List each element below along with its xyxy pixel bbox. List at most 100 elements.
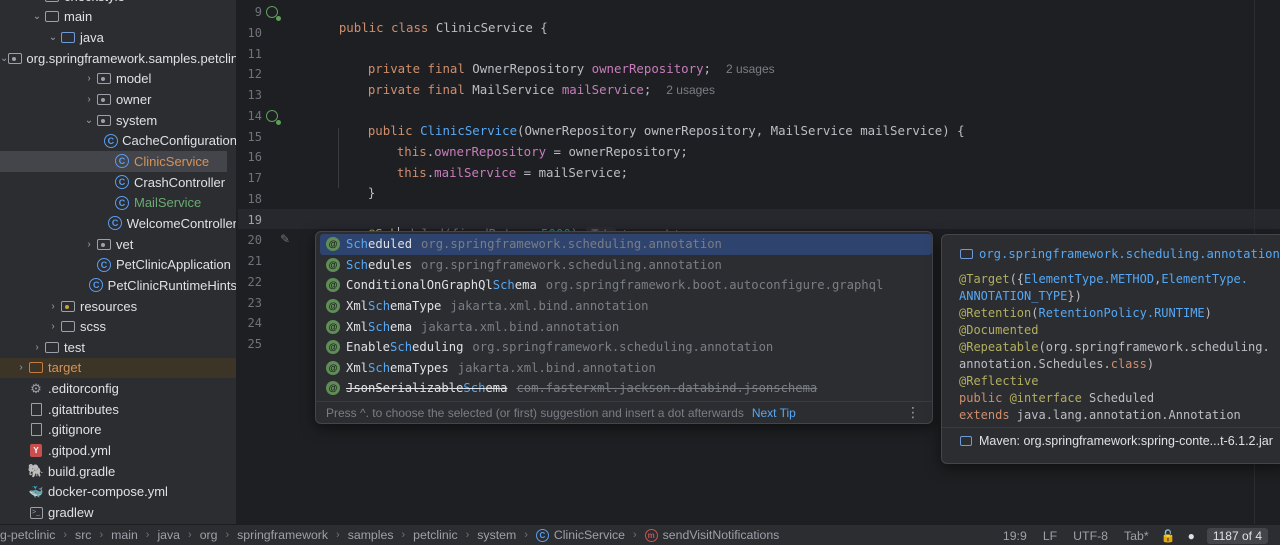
quick-documentation-popup[interactable]: org.springframework.scheduling.annotatio… (941, 234, 1280, 464)
tree-item[interactable]: › vet (0, 234, 236, 255)
doc-link[interactable]: ElementType. (1161, 272, 1248, 286)
usages-hint[interactable]: 2 usages (726, 62, 775, 76)
runnable-class-icon: C (96, 257, 112, 272)
chevron-right-icon[interactable]: › (82, 239, 96, 250)
tree-item[interactable]: ⌄ java (0, 27, 236, 48)
chevron-down-icon[interactable]: ⌄ (82, 115, 96, 126)
name-suffix: emaType (390, 299, 442, 314)
tree-item[interactable]: 🐘 build.gradle (0, 461, 236, 482)
chevron-right-icon[interactable]: › (30, 342, 44, 353)
breadcrumb-item[interactable]: petclinic (413, 528, 457, 542)
line-number: 24 (247, 316, 262, 331)
usages-hint[interactable]: 2 usages (666, 83, 715, 97)
warning-icon[interactable]: ● (1188, 529, 1195, 543)
completion-item[interactable]: @ ConditionalOnGraphQlSchema org.springfra… (320, 275, 932, 296)
code-line-12[interactable]: private final MailService mailService; 2… (309, 67, 715, 112)
doc-retention-line: @Retention(RetentionPolicy.RUNTIME) (959, 306, 1212, 320)
name-suffix: ema (390, 319, 413, 334)
tree-item[interactable]: C MailService (0, 193, 236, 214)
breadcrumb-item[interactable]: springframework (237, 528, 328, 542)
package-icon (96, 72, 112, 86)
maven-library-label[interactable]: Maven: org.springframework:spring-conte.… (979, 434, 1273, 448)
assignment: = mailService; (516, 165, 629, 180)
breadcrumb-item[interactable]: system (477, 528, 516, 542)
breadcrumb-separator: › (632, 529, 637, 541)
breadcrumb-separator: › (336, 529, 340, 541)
chevron-right-icon[interactable]: › (82, 73, 96, 84)
chevron-right-icon[interactable]: › (46, 301, 60, 312)
tree-item[interactable]: C PetClinicRuntimeHints (0, 275, 236, 296)
tree-item[interactable]: >_ gradlew (0, 502, 236, 523)
doc-link[interactable]: ElementType.METHOD (1024, 272, 1154, 286)
source-folder-icon (60, 31, 76, 45)
tree-item[interactable]: ⌄ main (0, 7, 236, 28)
breadcrumb-item[interactable]: org (200, 528, 218, 542)
code-line-9[interactable]: public class ClinicService { (309, 5, 548, 50)
chevron-right-icon[interactable]: › (82, 94, 96, 105)
memory-indicator[interactable]: 1187 of 4 (1206, 527, 1268, 544)
tree-item[interactable]: ⚙ .editorconfig (0, 378, 236, 399)
tree-item[interactable]: .gitignore (0, 420, 236, 441)
tree-item[interactable]: › scss (0, 316, 236, 337)
doc-package-name[interactable]: org.springframework.scheduling.annotatio… (979, 247, 1280, 261)
tree-item[interactable]: › target (0, 357, 236, 379)
completion-item[interactable]: @ XmlSchemaType jakarta.xml.bind.annotatio… (320, 296, 932, 317)
chevron-down-icon[interactable]: ⌄ (0, 53, 8, 64)
tree-item[interactable]: C PetClinicApplication (0, 254, 236, 275)
tree-item[interactable]: › model (0, 69, 236, 90)
lock-icon[interactable]: 🔓 (1161, 529, 1176, 543)
tree-item[interactable]: › resources (0, 296, 236, 317)
tree-item[interactable]: .gitattributes (0, 399, 236, 420)
breadcrumb-item[interactable]: g-petclinic (0, 528, 55, 542)
completion-item[interactable]: @ Schedules org.springframework.scheduling… (320, 255, 932, 276)
breadcrumb-item[interactable]: java (157, 528, 180, 542)
next-tip-link[interactable]: Next Tip (752, 406, 796, 420)
tree-item[interactable]: C CacheConfiguration (0, 131, 236, 152)
breadcrumb-item[interactable]: main (111, 528, 138, 542)
maven-library-link[interactable]: Maven: org.springframework:spring-conte.… (960, 434, 1273, 448)
completion-item[interactable]: @ EnableScheduling org.springframework.sch… (320, 337, 932, 358)
more-options-icon[interactable]: ⋮ (906, 404, 920, 421)
chevron-right-icon[interactable]: › (14, 362, 28, 373)
tree-item[interactable]: › owner (0, 89, 236, 110)
tree-item[interactable]: › test (0, 337, 236, 358)
tree-item-label: scss (80, 319, 106, 335)
closing-brace: } (367, 185, 376, 200)
spring-bean-gutter-icon[interactable] (266, 6, 281, 21)
code-line-17[interactable]: } (309, 170, 375, 215)
class-icon: C (103, 133, 119, 148)
doc-package-header[interactable]: org.springframework.scheduling.annotatio… (960, 247, 1280, 261)
tree-item[interactable]: ⌄ org.springframework.samples.petclinic (0, 48, 236, 69)
indent-settings[interactable]: Tab* (1124, 529, 1149, 543)
doc-link[interactable]: ANNOTATION_TYPE (959, 289, 1067, 303)
chevron-right-icon[interactable]: › (46, 321, 60, 332)
breadcrumb-item[interactable]: samples (348, 528, 394, 542)
doc-link[interactable]: RetentionPolicy.RUNTIME (1038, 306, 1204, 320)
chevron-down-icon[interactable]: ⌄ (30, 11, 44, 22)
completion-item[interactable]: @ Scheduled org.springframework.scheduling… (320, 234, 932, 255)
tree-item[interactable]: 🐳 docker-compose.yml (0, 482, 236, 503)
line-separator[interactable]: LF (1043, 529, 1057, 543)
code-completion-popup[interactable]: @ Scheduled org.springframework.scheduling… (315, 231, 933, 424)
chevron-down-icon[interactable]: ⌄ (46, 32, 60, 43)
breadcrumb-method[interactable]: m sendVisitNotifications (644, 528, 779, 542)
annotation: @Repeatable (959, 340, 1039, 354)
tree-item[interactable]: C ClinicService (0, 151, 227, 172)
tree-item[interactable]: C WelcomeController (0, 213, 236, 234)
tree-item[interactable]: checkstyle (0, 0, 236, 7)
edit-hint-gutter-icon[interactable]: ✎ (280, 232, 290, 246)
annotation-icon: @ (326, 278, 340, 293)
tree-item[interactable]: Y .gitpod.yml (0, 440, 236, 461)
breadcrumb-item[interactable]: src (75, 528, 91, 542)
caret-position[interactable]: 19:9 (1003, 529, 1027, 543)
completion-item[interactable]: @ JsonSerializableSchema com.fasterxml.jac… (320, 378, 932, 399)
name-suffix: emaTypes (390, 360, 449, 375)
breadcrumb-class[interactable]: C ClinicService (535, 528, 625, 542)
tree-item[interactable]: ⌄ system (0, 110, 236, 131)
line-number: 13 (247, 88, 262, 102)
file-encoding[interactable]: UTF-8 (1073, 529, 1108, 543)
completion-item[interactable]: @ XmlSchema jakarta.xml.bind.annotation (320, 316, 932, 337)
completion-item[interactable]: @ XmlSchemaTypes jakarta.xml.bind.annotati… (320, 358, 932, 379)
tree-item[interactable]: C CrashController (0, 172, 236, 193)
spring-bean-gutter-icon[interactable] (266, 110, 281, 125)
